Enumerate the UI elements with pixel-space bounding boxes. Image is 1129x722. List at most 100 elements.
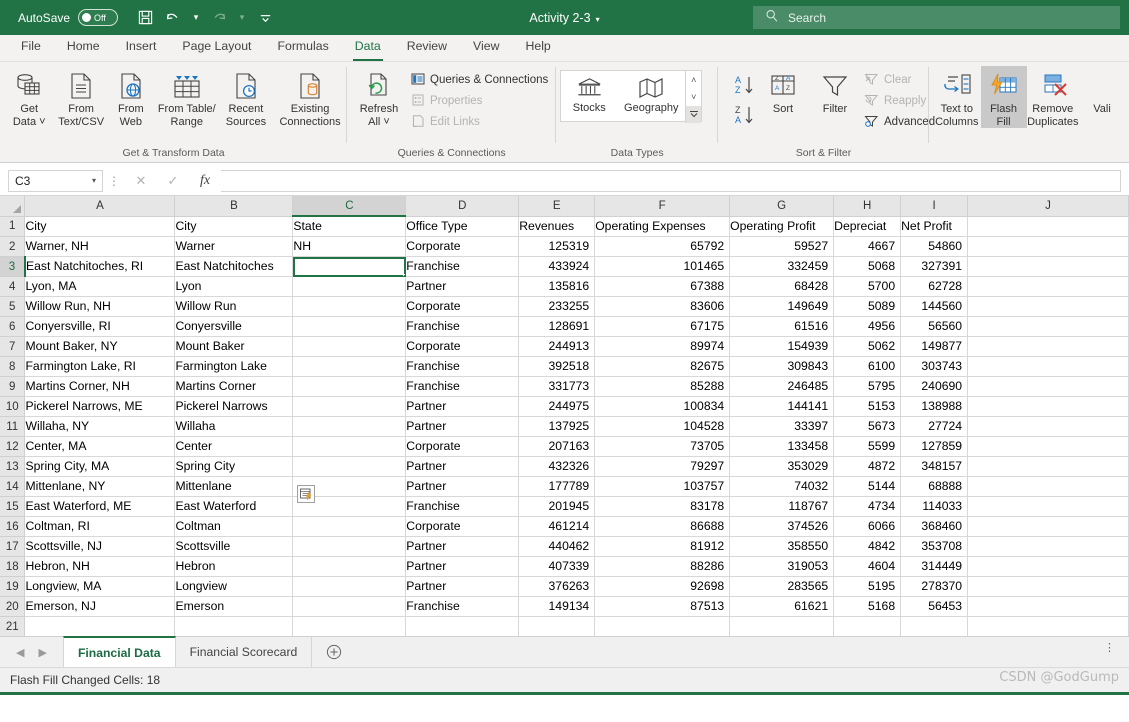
cell-H18[interactable]: 4604 [833,556,902,577]
cell-G20[interactable]: 61621 [729,596,835,617]
cell-F15[interactable]: 83178 [594,496,731,517]
cell-C1[interactable]: State [292,216,407,237]
row-header-10[interactable]: 10 [0,396,26,417]
cell-A15[interactable]: East Waterford, ME [24,496,176,517]
from-text-csv-button[interactable]: From Text/CSV [54,66,107,128]
cell-J10[interactable] [967,396,1129,417]
cell-C21[interactable] [292,616,407,636]
cell-H20[interactable]: 5168 [833,596,902,617]
cell-A14[interactable]: Mittenlane, NY [24,476,176,497]
cell-J18[interactable] [967,556,1129,577]
cell-C12[interactable] [292,436,407,457]
cell-D6[interactable]: Franchise [405,316,520,337]
cell-H4[interactable]: 5700 [833,276,902,297]
cell-G19[interactable]: 283565 [729,576,835,597]
cell-E11[interactable]: 137925 [518,416,596,437]
cell-G3[interactable]: 332459 [729,256,835,277]
cell-A9[interactable]: Martins Corner, NH [24,376,176,397]
column-header-h[interactable]: H [833,196,902,217]
cell-C16[interactable] [292,516,407,537]
cell-E16[interactable]: 461214 [518,516,596,537]
cell-I11[interactable]: 27724 [900,416,969,437]
cell-J15[interactable] [967,496,1129,517]
cell-I17[interactable]: 353708 [900,536,969,557]
cell-B20[interactable]: Emerson [174,596,294,617]
cell-H9[interactable]: 5795 [833,376,902,397]
cell-G18[interactable]: 319053 [729,556,835,577]
cell-F17[interactable]: 81912 [594,536,731,557]
cell-B18[interactable]: Hebron [174,556,294,577]
cell-D18[interactable]: Partner [405,556,520,577]
sort-button[interactable]: ZAAZ Sort [760,66,806,116]
tab-review[interactable]: Review [394,36,460,61]
cell-C19[interactable] [292,576,407,597]
cell-H12[interactable]: 5599 [833,436,902,457]
cell-D13[interactable]: Partner [405,456,520,477]
cell-A2[interactable]: Warner, NH [24,236,176,257]
cell-A13[interactable]: Spring City, MA [24,456,176,477]
cell-B3[interactable]: East Natchitoches [174,256,294,277]
cell-C10[interactable] [292,396,407,417]
cell-F6[interactable]: 67175 [594,316,731,337]
cell-J4[interactable] [967,276,1129,297]
flash-fill-options-icon[interactable] [297,485,315,503]
cell-B1[interactable]: City [174,216,294,237]
cell-I5[interactable]: 144560 [900,296,969,317]
row-header-7[interactable]: 7 [0,336,26,357]
customize-quick-access-icon[interactable] [252,6,278,30]
text-to-columns-button[interactable]: Text to Columns [933,66,981,128]
cell-J13[interactable] [967,456,1129,477]
cell-H7[interactable]: 5062 [833,336,902,357]
cell-I4[interactable]: 62728 [900,276,969,297]
cell-D2[interactable]: Corporate [405,236,520,257]
cell-J5[interactable] [967,296,1129,317]
data-types-scroll-down-icon[interactable]: ˅ [691,88,696,105]
cell-B10[interactable]: Pickerel Narrows [174,396,294,417]
cell-E14[interactable]: 177789 [518,476,596,497]
cell-F13[interactable]: 79297 [594,456,731,477]
cell-E15[interactable]: 201945 [518,496,596,517]
data-types-scroll-up-icon[interactable]: ˄ [691,71,696,88]
cell-B19[interactable]: Longview [174,576,294,597]
cell-H1[interactable]: Depreciat [833,216,902,237]
recent-sources-button[interactable]: Recent Sources [220,66,272,128]
cell-F7[interactable]: 89974 [594,336,731,357]
cell-D19[interactable]: Partner [405,576,520,597]
row-header-6[interactable]: 6 [0,316,26,337]
cell-E12[interactable]: 207163 [518,436,596,457]
column-header-f[interactable]: F [594,196,731,217]
refresh-all-button[interactable]: Refresh All ˅ [351,66,407,128]
sort-descending-button[interactable]: ZA [732,102,760,128]
cell-B16[interactable]: Coltman [174,516,294,537]
cell-A19[interactable]: Longview, MA [24,576,176,597]
cell-I21[interactable] [900,616,969,636]
row-header-12[interactable]: 12 [0,436,26,457]
geography-button[interactable]: Geography [617,71,685,115]
cell-E9[interactable]: 331773 [518,376,596,397]
cell-A17[interactable]: Scottsville, NJ [24,536,176,557]
cell-I15[interactable]: 114033 [900,496,969,517]
cell-D16[interactable]: Corporate [405,516,520,537]
column-header-i[interactable]: I [900,196,969,217]
cell-F12[interactable]: 73705 [594,436,731,457]
cell-I13[interactable]: 348157 [900,456,969,477]
cell-A10[interactable]: Pickerel Narrows, ME [24,396,176,417]
cell-J20[interactable] [967,596,1129,617]
cell-C13[interactable] [292,456,407,477]
cell-D5[interactable]: Corporate [405,296,520,317]
column-header-d[interactable]: D [405,196,520,217]
cell-B5[interactable]: Willow Run [174,296,294,317]
cell-D9[interactable]: Franchise [405,376,520,397]
cell-D1[interactable]: Office Type [405,216,520,237]
cell-J16[interactable] [967,516,1129,537]
cell-H2[interactable]: 4667 [833,236,902,257]
cell-G4[interactable]: 68428 [729,276,835,297]
cell-F21[interactable] [594,616,731,636]
cell-F14[interactable]: 103757 [594,476,731,497]
cell-I3[interactable]: 327391 [900,256,969,277]
add-sheet-icon[interactable] [312,637,356,667]
cell-J6[interactable] [967,316,1129,337]
cell-E2[interactable]: 125319 [518,236,596,257]
cell-C7[interactable] [292,336,407,357]
cell-J14[interactable] [967,476,1129,497]
